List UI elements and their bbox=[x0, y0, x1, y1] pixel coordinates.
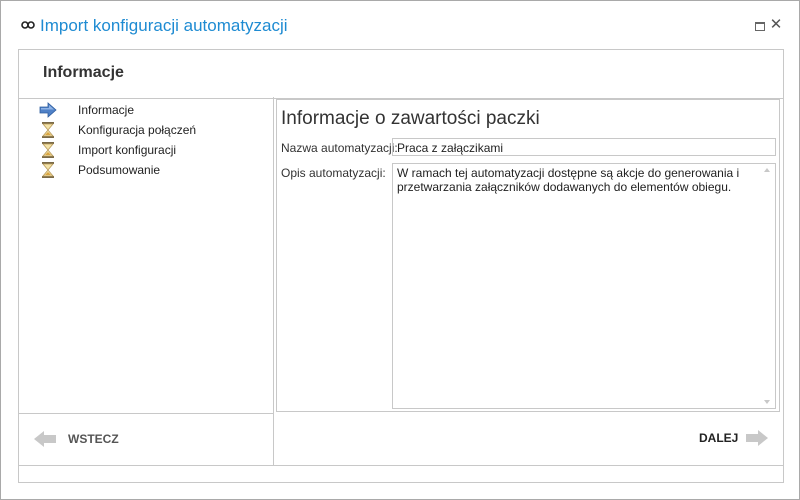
step-item-import-konfiguracji: Import konfiguracji bbox=[39, 142, 259, 158]
arrow-left-icon bbox=[34, 431, 56, 447]
next-button[interactable]: DALEJ bbox=[689, 427, 775, 449]
status-strip bbox=[18, 466, 784, 483]
automation-description-label: Opis automatyzacji: bbox=[281, 166, 386, 180]
hourglass-icon bbox=[42, 122, 54, 138]
scroll-up-icon[interactable] bbox=[764, 168, 770, 172]
hourglass-icon bbox=[42, 162, 54, 178]
scroll-down-icon[interactable] bbox=[764, 400, 770, 404]
step-label: Podsumowanie bbox=[78, 163, 161, 177]
step-item-informacje: Informacje bbox=[39, 102, 259, 118]
arrow-right-icon bbox=[39, 102, 57, 118]
next-button-label: DALEJ bbox=[699, 431, 739, 445]
step-item-podsumowanie: Podsumowanie bbox=[39, 162, 259, 178]
step-label: Konfiguracja połączeń bbox=[78, 123, 197, 137]
step-header: Informacje bbox=[18, 49, 784, 99]
back-button[interactable]: WSTECZ bbox=[33, 428, 143, 450]
close-icon[interactable]: ✕ bbox=[769, 17, 783, 32]
description-scrollbar[interactable] bbox=[760, 164, 775, 408]
package-info-panel: Informacje o zawartości paczki Nazwa aut… bbox=[276, 99, 780, 412]
step-header-title: Informacje bbox=[43, 64, 124, 81]
title-bar: Import konfiguracji automatyzacji ✕ bbox=[1, 1, 799, 49]
back-area: WSTECZ bbox=[19, 414, 274, 465]
step-label: Import konfiguracji bbox=[78, 143, 177, 157]
link-icon bbox=[21, 21, 35, 29]
wizard-body: Informacje Konfiguracja połączeń Import … bbox=[18, 97, 784, 466]
automation-description-text: W ramach tej automatyzacji dostępne są a… bbox=[397, 166, 740, 194]
import-wizard-window: Import konfiguracji automatyzacji ✕ Info… bbox=[0, 0, 800, 500]
steps-list: Informacje Konfiguracja połączeń Import … bbox=[19, 97, 274, 414]
package-info-title: Informacje o zawartości paczki bbox=[281, 108, 540, 129]
back-button-label: WSTECZ bbox=[68, 432, 119, 446]
automation-description-field[interactable]: W ramach tej automatyzacji dostępne są a… bbox=[392, 163, 776, 409]
step-label: Informacje bbox=[78, 103, 135, 117]
step-item-konfiguracja-polaczen: Konfiguracja połączeń bbox=[39, 122, 259, 138]
automation-name-label: Nazwa automatyzacji: bbox=[281, 141, 398, 155]
window-title: Import konfiguracji automatyzacji bbox=[40, 16, 288, 35]
hourglass-icon bbox=[42, 142, 54, 158]
maximize-icon[interactable] bbox=[753, 18, 767, 32]
automation-name-field[interactable]: Praca z załączikami bbox=[392, 138, 776, 156]
arrow-right-icon bbox=[746, 430, 768, 446]
